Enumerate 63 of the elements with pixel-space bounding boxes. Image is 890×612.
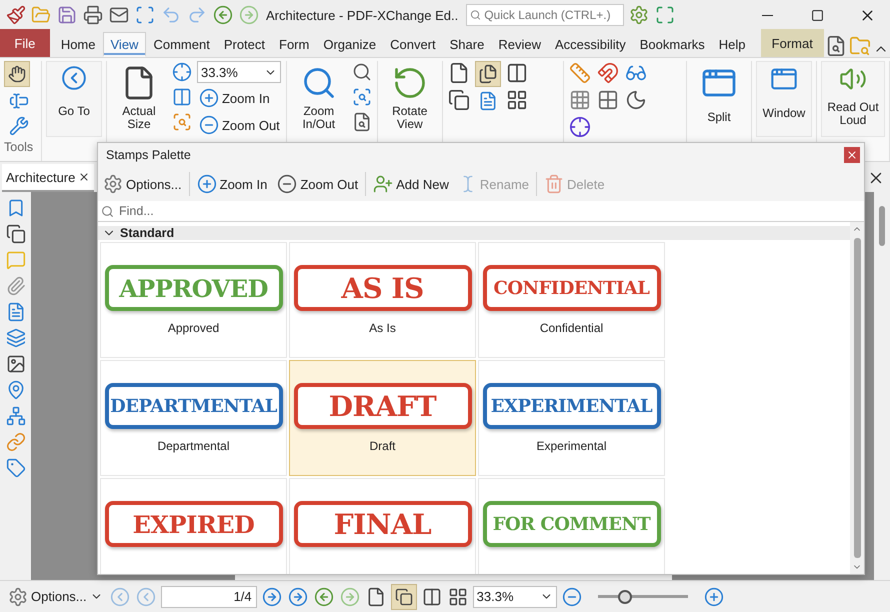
ribbon-tab[interactable]: Home <box>54 32 102 57</box>
stamp-caption: Experimental <box>536 439 607 453</box>
ribbon-tab[interactable]: Accessibility <box>548 32 633 57</box>
stamp-graphic: FINAL <box>294 501 472 547</box>
zoom-in-out-button[interactable]: Zoom In/Out <box>290 61 347 137</box>
stamp-graphic: CONFIDENTIAL <box>482 265 660 311</box>
stamp-card[interactable]: APPROVED Approved <box>100 242 287 358</box>
ribbon-tab[interactable]: Bookmarks <box>632 32 712 57</box>
options-button[interactable]: Options... <box>6 584 105 608</box>
window-title: Architecture - PDF-XChange Ed.. <box>266 8 458 22</box>
stamp-card[interactable]: FINAL <box>289 478 476 574</box>
stamp-graphic: DRAFT <box>294 383 472 429</box>
group-label: Tools <box>4 140 34 154</box>
stamp-caption: Departmental <box>157 439 230 453</box>
find-field[interactable]: Find... <box>117 203 861 219</box>
toolbar-button[interactable]: Zoom In <box>194 170 270 198</box>
stamp-graphic: AS IS <box>294 265 472 311</box>
ribbon-tab[interactable]: Help <box>712 32 753 57</box>
stamp-caption: As Is <box>369 321 396 335</box>
zoom-out-button[interactable]: Zoom Out <box>196 113 282 137</box>
ribbon-tab[interactable]: View <box>102 32 146 57</box>
actual-size-button[interactable]: Actual Size <box>110 61 167 137</box>
stamp-graphic: APPROVED <box>104 265 282 311</box>
ribbon-tab[interactable]: Organize <box>316 32 384 57</box>
stamp-card[interactable]: AS IS As Is <box>289 242 476 358</box>
ribbon-tab[interactable]: Convert <box>383 32 443 57</box>
stamp-card[interactable]: EXPIRED <box>100 478 287 574</box>
toolbar-button[interactable]: Add New <box>370 170 452 198</box>
page-number-field[interactable]: 1/4 <box>160 586 257 608</box>
stamp-caption: Confidential <box>540 321 604 335</box>
document-tab[interactable]: Architecture <box>2 164 94 192</box>
stamp-caption: Draft <box>369 439 396 453</box>
go-to-button[interactable]: Go To <box>46 61 102 137</box>
split-button[interactable]: Split <box>691 61 747 137</box>
window-button[interactable]: Window <box>756 61 812 137</box>
ribbon-tab[interactable]: Format <box>760 29 824 57</box>
quick-launch-field[interactable]: Quick Launch (CTRL+.) <box>484 8 620 22</box>
rotate-view-button[interactable]: Rotate View <box>382 61 438 137</box>
stamp-graphic: EXPIRED <box>104 501 282 547</box>
ribbon-tab[interactable]: Form <box>272 32 316 57</box>
stamp-card[interactable]: DRAFT Draft <box>289 360 476 476</box>
ribbon-tab[interactable]: Share <box>442 32 492 57</box>
section-header[interactable]: Standard <box>98 226 850 240</box>
find-box[interactable]: Find... <box>98 201 864 222</box>
stamp-card[interactable]: EXPERIMENTAL Experimental <box>478 360 665 476</box>
ribbon-tab[interactable]: Comment <box>146 32 217 57</box>
toolbar-button[interactable]: Options... <box>100 170 185 198</box>
stamp-graphic: DEPARTMENTAL <box>104 383 282 429</box>
ribbon-tab[interactable]: Protect <box>216 32 272 57</box>
palette-title: Stamps Palette <box>106 148 191 162</box>
read-out-loud-button[interactable]: Read Out Loud <box>821 61 885 137</box>
zoom-combo[interactable]: 33.3% <box>472 586 557 608</box>
file-menu-button[interactable]: File <box>0 29 50 57</box>
quick-launch-box[interactable]: Quick Launch (CTRL+.) <box>466 4 624 26</box>
toolbar-button[interactable]: Zoom Out <box>274 170 362 198</box>
ribbon-tab[interactable]: Review <box>491 32 548 57</box>
stamp-caption: Approved <box>168 321 220 335</box>
zoom-combo[interactable]: 33.3% <box>196 61 281 83</box>
stamp-card[interactable]: DEPARTMENTAL Departmental <box>100 360 287 476</box>
stamp-graphic: EXPERIMENTAL <box>482 383 660 429</box>
zoom-in-button[interactable]: Zoom In <box>196 86 282 110</box>
stamp-card[interactable]: CONFIDENTIAL Confidential <box>478 242 665 358</box>
stamp-graphic: FOR COMMENT <box>482 501 660 547</box>
